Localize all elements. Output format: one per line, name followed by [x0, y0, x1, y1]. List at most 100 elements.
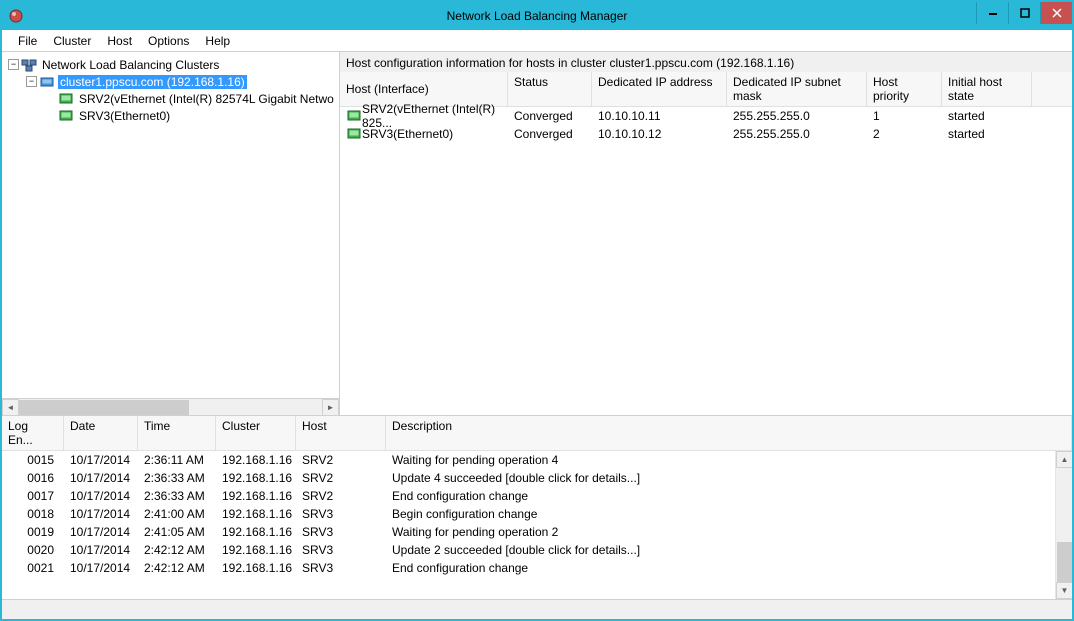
log-pane: Log En... Date Time Cluster Host Descrip… — [2, 416, 1072, 599]
log-cluster: 192.168.1.16 — [216, 525, 296, 539]
log-entry: 0015 — [2, 453, 64, 467]
tree-host-1-label: SRV2(vEthernet (Intel(R) 82574L Gigabit … — [77, 92, 336, 106]
tree-pane: − Network Load Balancing Clusters − clus… — [2, 52, 340, 415]
log-date: 10/17/2014 — [64, 453, 138, 467]
menu-options[interactable]: Options — [140, 32, 197, 50]
horizontal-scrollbar[interactable]: ◄ ► — [2, 398, 339, 415]
scroll-thumb[interactable] — [19, 400, 189, 415]
server-icon — [346, 126, 362, 142]
log-entry: 0019 — [2, 525, 64, 539]
log-cluster: 192.168.1.16 — [216, 561, 296, 575]
log-time: 2:36:33 AM — [138, 471, 216, 485]
server-icon — [58, 108, 74, 124]
log-row[interactable]: 002010/17/20142:42:12 AM192.168.1.16SRV3… — [2, 541, 1072, 559]
tree-cluster-label: cluster1.ppscu.com (192.168.1.16) — [58, 75, 247, 89]
log-time: 2:42:12 AM — [138, 543, 216, 557]
minimize-button[interactable] — [976, 2, 1008, 24]
host-subnet-mask: 255.255.255.0 — [727, 126, 867, 142]
scroll-up-button[interactable]: ▲ — [1056, 451, 1072, 468]
menu-cluster[interactable]: Cluster — [45, 32, 99, 50]
log-entry: 0020 — [2, 543, 64, 557]
maximize-button[interactable] — [1008, 2, 1040, 24]
log-cluster: 192.168.1.16 — [216, 471, 296, 485]
log-cluster: 192.168.1.16 — [216, 507, 296, 521]
log-date: 10/17/2014 — [64, 561, 138, 575]
log-date: 10/17/2014 — [64, 489, 138, 503]
host-subnet-mask: 255.255.255.0 — [727, 108, 867, 124]
log-entry: 0021 — [2, 561, 64, 575]
menu-help[interactable]: Help — [197, 32, 238, 50]
log-cluster: 192.168.1.16 — [216, 453, 296, 467]
log-host: SRV3 — [296, 507, 386, 521]
detail-pane: Host configuration information for hosts… — [340, 52, 1072, 415]
log-description: Begin configuration change — [386, 507, 1072, 521]
clusters-icon — [21, 57, 37, 73]
tree-root[interactable]: − Network Load Balancing Clusters — [8, 56, 339, 73]
log-description: Update 2 succeeded [double click for det… — [386, 543, 1072, 557]
host-priority: 2 — [867, 126, 942, 142]
col-time[interactable]: Time — [138, 416, 216, 450]
log-row[interactable]: 001510/17/20142:36:11 AM192.168.1.16SRV2… — [2, 451, 1072, 469]
col-dedicated-ip[interactable]: Dedicated IP address — [592, 72, 727, 106]
log-row[interactable]: 001810/17/20142:41:00 AM192.168.1.16SRV3… — [2, 505, 1072, 523]
close-button[interactable] — [1040, 2, 1072, 24]
log-row[interactable]: 002110/17/20142:42:12 AM192.168.1.16SRV3… — [2, 559, 1072, 577]
menu-file[interactable]: File — [10, 32, 45, 50]
log-cluster: 192.168.1.16 — [216, 543, 296, 557]
log-row[interactable]: 001610/17/20142:36:33 AM192.168.1.16SRV2… — [2, 469, 1072, 487]
tree-cluster[interactable]: − cluster1.ppscu.com (192.168.1.16) — [8, 73, 339, 90]
menu-bar: File Cluster Host Options Help — [2, 30, 1072, 52]
log-header: Log En... Date Time Cluster Host Descrip… — [2, 416, 1072, 451]
cluster-icon — [39, 74, 55, 90]
log-time: 2:42:12 AM — [138, 561, 216, 575]
col-priority[interactable]: Host priority — [867, 72, 942, 106]
host-row[interactable]: SRV3(Ethernet0)Converged10.10.10.12255.2… — [340, 125, 1072, 143]
tree-host-1[interactable]: SRV2(vEthernet (Intel(R) 82574L Gigabit … — [8, 90, 339, 107]
log-host: SRV2 — [296, 453, 386, 467]
log-time: 2:36:11 AM — [138, 453, 216, 467]
log-entry: 0018 — [2, 507, 64, 521]
host-row[interactable]: SRV2(vEthernet (Intel(R) 825...Converged… — [340, 107, 1072, 125]
log-date: 10/17/2014 — [64, 507, 138, 521]
collapse-icon[interactable]: − — [8, 59, 19, 70]
host-initial-state: started — [942, 108, 1032, 124]
host-name: SRV3(Ethernet0) — [362, 127, 453, 141]
tree-host-2-label: SRV3(Ethernet0) — [77, 109, 172, 123]
log-row[interactable]: 001910/17/20142:41:05 AM192.168.1.16SRV3… — [2, 523, 1072, 541]
log-time: 2:36:33 AM — [138, 489, 216, 503]
col-date[interactable]: Date — [64, 416, 138, 450]
status-bar — [2, 599, 1072, 619]
log-host: SRV3 — [296, 561, 386, 575]
host-initial-state: started — [942, 126, 1032, 142]
scroll-thumb[interactable] — [1057, 542, 1072, 582]
vertical-scrollbar[interactable]: ▲ ▼ — [1055, 451, 1072, 599]
host-dedicated-ip: 10.10.10.11 — [592, 108, 727, 124]
col-initial-state[interactable]: Initial host state — [942, 72, 1032, 106]
scroll-right-button[interactable]: ► — [322, 399, 339, 416]
log-host: SRV2 — [296, 471, 386, 485]
log-date: 10/17/2014 — [64, 471, 138, 485]
host-priority: 1 — [867, 108, 942, 124]
scroll-left-button[interactable]: ◄ — [2, 399, 19, 416]
log-entry: 0017 — [2, 489, 64, 503]
col-log-entry[interactable]: Log En... — [2, 416, 64, 450]
col-subnet-mask[interactable]: Dedicated IP subnet mask — [727, 72, 867, 106]
log-description: End configuration change — [386, 489, 1072, 503]
col-status[interactable]: Status — [508, 72, 592, 106]
col-description[interactable]: Description — [386, 416, 1072, 450]
log-row[interactable]: 001710/17/20142:36:33 AM192.168.1.16SRV2… — [2, 487, 1072, 505]
host-status: Converged — [508, 108, 592, 124]
host-dedicated-ip: 10.10.10.12 — [592, 126, 727, 142]
title-bar: Network Load Balancing Manager — [2, 2, 1072, 30]
col-host[interactable]: Host — [296, 416, 386, 450]
tree-host-2[interactable]: SRV3(Ethernet0) — [8, 107, 339, 124]
collapse-icon[interactable]: − — [26, 76, 37, 87]
scroll-down-button[interactable]: ▼ — [1056, 582, 1072, 599]
tree-root-label: Network Load Balancing Clusters — [40, 58, 221, 72]
menu-host[interactable]: Host — [99, 32, 140, 50]
log-description: Waiting for pending operation 2 — [386, 525, 1072, 539]
log-time: 2:41:05 AM — [138, 525, 216, 539]
log-description: End configuration change — [386, 561, 1072, 575]
col-cluster[interactable]: Cluster — [216, 416, 296, 450]
log-time: 2:41:00 AM — [138, 507, 216, 521]
